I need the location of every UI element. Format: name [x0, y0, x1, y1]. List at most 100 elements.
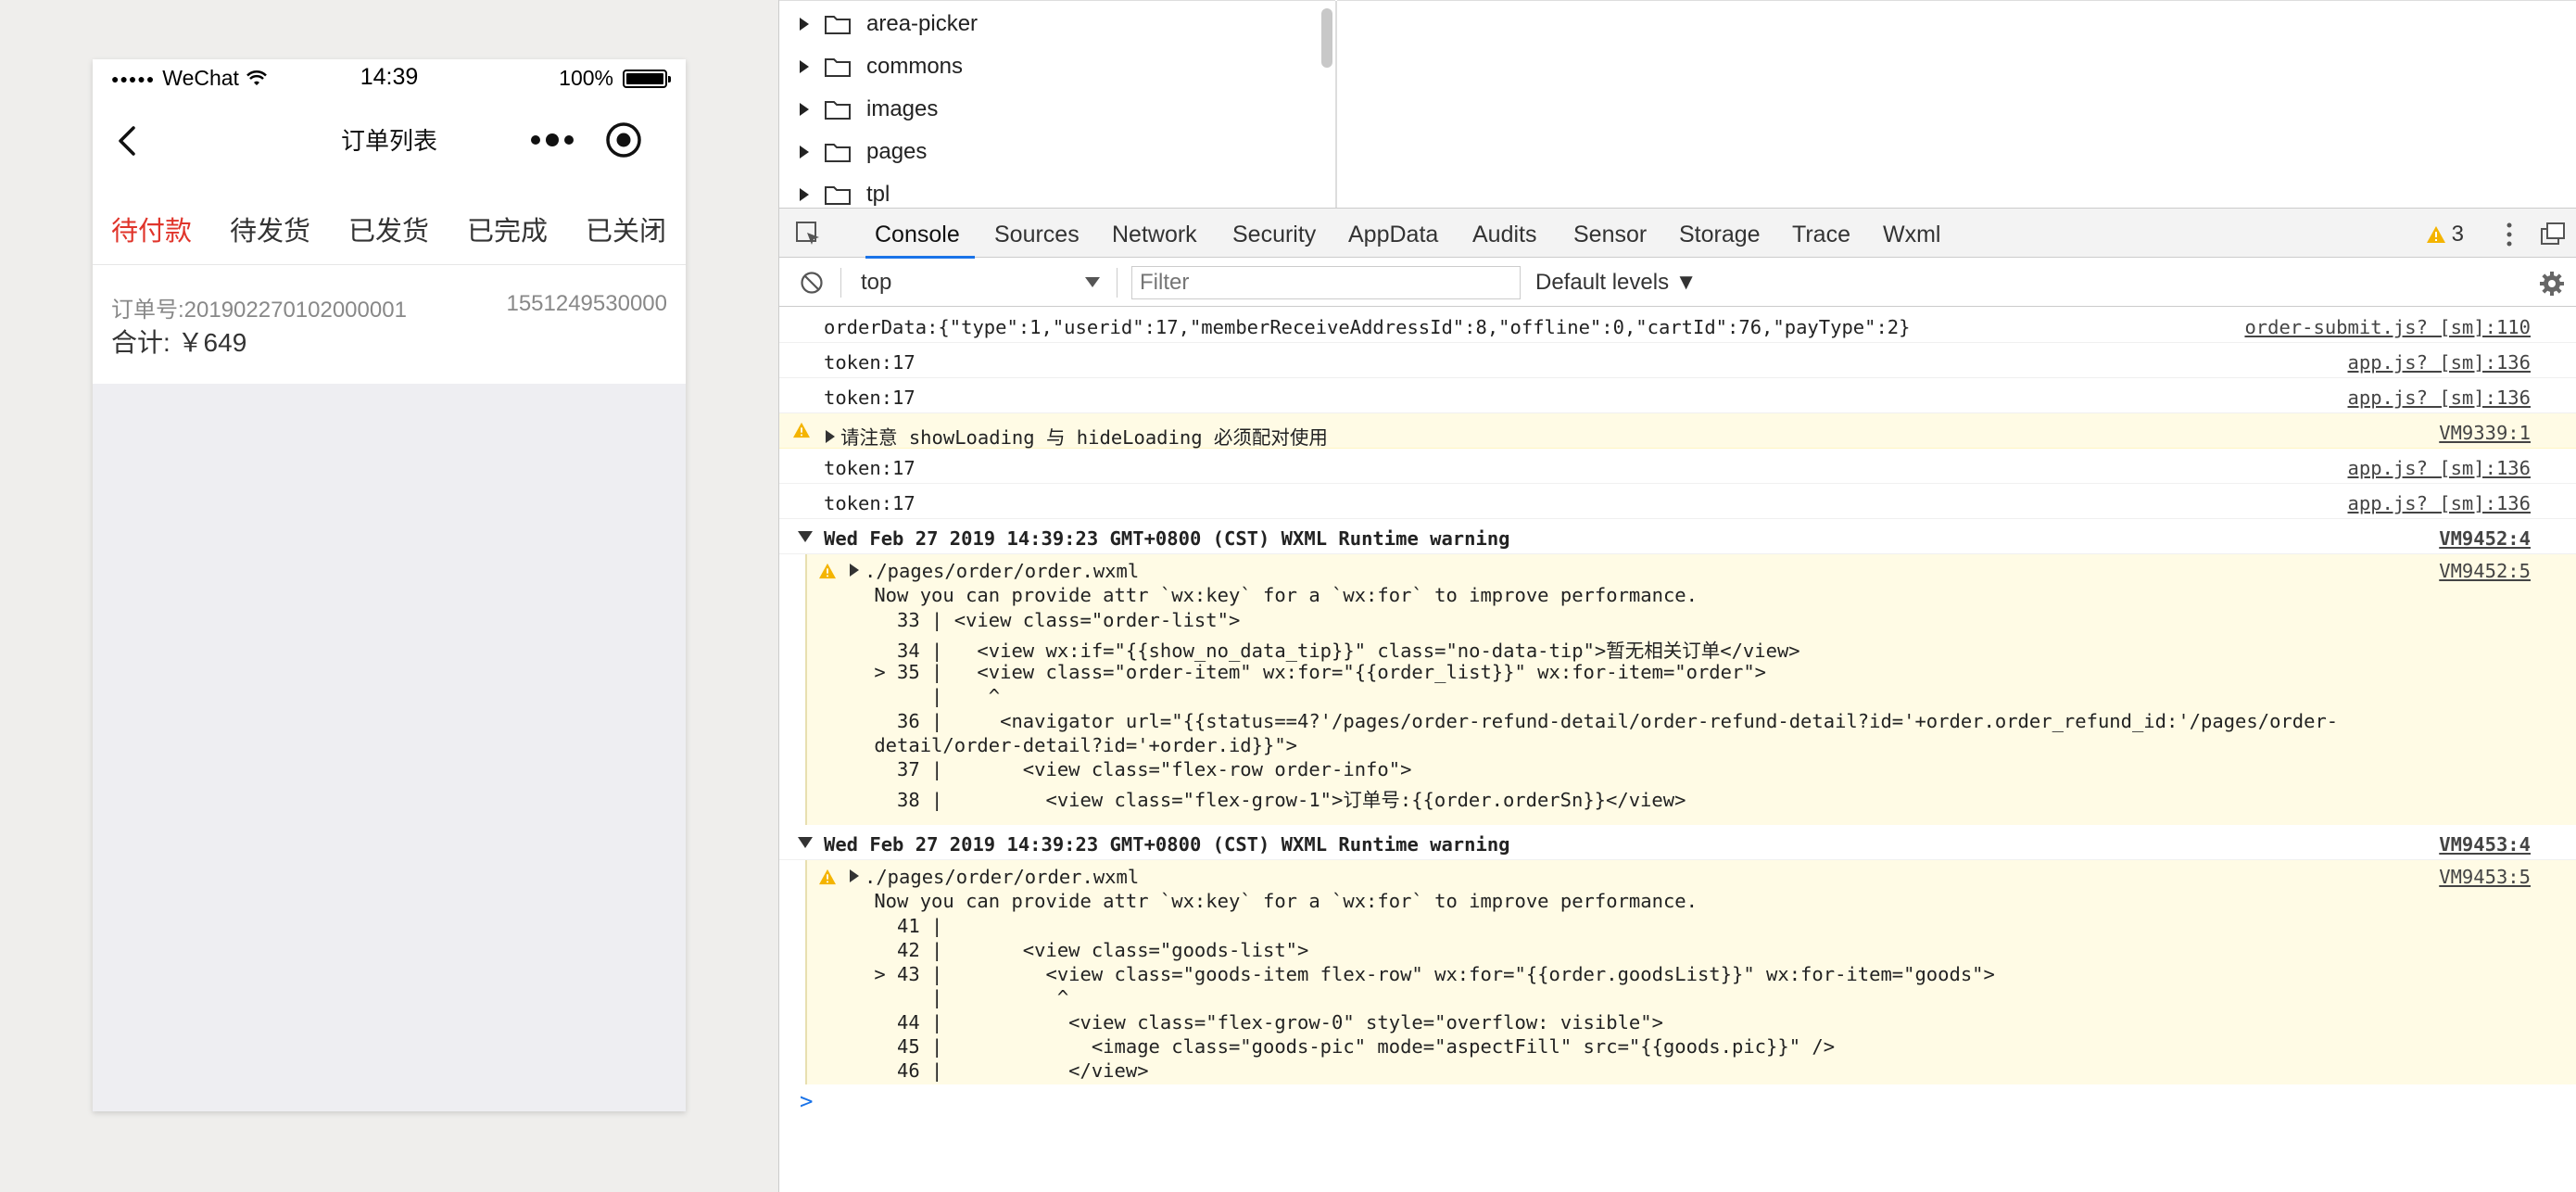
log-source-link[interactable]: VM9452:4: [2439, 527, 2531, 550]
group-title: Wed Feb 27 2019 14:39:23 GMT+0800 (CST) …: [824, 833, 1510, 856]
tab-sensor[interactable]: Sensor: [1573, 222, 1647, 248]
tab-shipped[interactable]: 已发货: [348, 209, 429, 265]
close-capsule-icon[interactable]: [604, 120, 643, 159]
tab-audits[interactable]: Audits: [1472, 222, 1536, 248]
folder-icon: [825, 186, 851, 205]
folder-commons[interactable]: commons: [800, 45, 963, 88]
log-levels-dropdown[interactable]: Default levels ▼: [1535, 270, 1698, 296]
wxml-file-path[interactable]: ./pages/order/order.wxml: [850, 560, 1139, 582]
console-warning-row[interactable]: 请注意 showLoading 与 hideLoading 必须配对使用 VM9…: [779, 413, 2576, 449]
order-number: 订单号:201902270102000001: [111, 298, 407, 323]
expand-arrow-icon[interactable]: [800, 146, 809, 159]
expand-arrow-icon[interactable]: [800, 18, 809, 31]
warning-code-block: ./pages/order/order.wxml VM9452:5 Now yo…: [805, 554, 2576, 825]
tab-security[interactable]: Security: [1232, 222, 1316, 248]
console-filter-bar: top Default levels ▼: [779, 259, 2576, 307]
folder-icon: [825, 101, 851, 120]
log-message: token:17: [824, 457, 915, 479]
tab-completed[interactable]: 已完成: [467, 209, 548, 265]
status-bar: ●●●●● WeChat 14:39 100%: [93, 59, 686, 96]
log-source-link[interactable]: app.js? [sm]:136: [2348, 351, 2531, 374]
folder-label: commons: [866, 54, 964, 79]
code-line: 44 | <view class="flex-grow-0" style="ov…: [863, 1011, 1663, 1033]
separator: [1117, 268, 1118, 298]
warning-count: 3: [2451, 222, 2464, 247]
order-item[interactable]: 订单号:201902270102000001 1551249530000 合计:…: [93, 265, 686, 384]
expand-arrow-icon[interactable]: [800, 103, 809, 116]
tab-network[interactable]: Network: [1112, 222, 1197, 248]
code-line: detail/order-detail?id='+order.id}}">: [863, 734, 1297, 756]
folder-label: images: [866, 96, 939, 121]
tab-sources[interactable]: Sources: [994, 222, 1080, 248]
separator: [840, 268, 841, 298]
code-line: Now you can provide attr `wx:key` for a …: [863, 584, 1698, 606]
expand-arrow-icon[interactable]: [826, 430, 835, 443]
wechat-simulator: ●●●●● WeChat 14:39 100% 订单列表 待付款 待发货 已发货…: [93, 59, 686, 1111]
file-tree-scrollbar[interactable]: [1321, 8, 1332, 68]
group-title: Wed Feb 27 2019 14:39:23 GMT+0800 (CST) …: [824, 527, 1510, 550]
context-selector[interactable]: top: [861, 270, 891, 296]
folder-area-picker[interactable]: area-picker: [800, 3, 978, 45]
page-title: 订单列表: [340, 127, 437, 155]
log-source-link[interactable]: VM9453:5: [2439, 866, 2531, 888]
log-source-link[interactable]: app.js? [sm]:136: [2348, 492, 2531, 514]
expand-arrow-icon[interactable]: [850, 869, 859, 882]
file-path-text: ./pages/order/order.wxml: [865, 866, 1140, 888]
wxml-file-path[interactable]: ./pages/order/order.wxml: [850, 866, 1139, 888]
tab-trace[interactable]: Trace: [1792, 222, 1850, 248]
console-prompt[interactable]: >: [800, 1088, 813, 1114]
console-group-header[interactable]: Wed Feb 27 2019 14:39:23 GMT+0800 (CST) …: [779, 825, 2576, 860]
warning-counter[interactable]: 3: [2426, 222, 2464, 247]
log-source-link[interactable]: VM9453:4: [2439, 833, 2531, 856]
console-log-row: token:17 app.js? [sm]:136: [779, 343, 2576, 378]
devtools-panel: area-picker commons images pages tpl Con…: [778, 0, 2576, 1192]
log-source-link[interactable]: VM9452:5: [2439, 560, 2531, 582]
expand-arrow-icon[interactable]: [800, 188, 809, 201]
status-right: 100%: [559, 66, 671, 91]
collapse-arrow-icon[interactable]: [798, 837, 813, 848]
folder-pages[interactable]: pages: [800, 131, 927, 173]
log-message: token:17: [824, 387, 915, 409]
log-message: 请注意 showLoading 与 hideLoading 必须配对使用: [826, 422, 1328, 450]
tab-storage[interactable]: Storage: [1679, 222, 1761, 248]
expand-arrow-icon[interactable]: [800, 60, 809, 73]
expand-arrow-icon[interactable]: [850, 564, 859, 577]
tab-pending-payment[interactable]: 待付款: [111, 209, 193, 268]
console-log-row: token:17 app.js? [sm]:136: [779, 449, 2576, 484]
log-source-link[interactable]: app.js? [sm]:136: [2348, 457, 2531, 479]
folder-images[interactable]: images: [800, 88, 938, 131]
tab-pending-shipment[interactable]: 待发货: [230, 209, 310, 265]
settings-gear-icon[interactable]: [2538, 270, 2566, 298]
log-source-link[interactable]: app.js? [sm]:136: [2348, 387, 2531, 409]
code-line: 46 | </view>: [863, 1059, 1149, 1082]
dropdown-arrow-icon[interactable]: [1085, 277, 1100, 287]
order-total: 合计: ￥649: [111, 328, 247, 357]
console-output: orderData:{"type":1,"userid":17,"memberR…: [779, 308, 2576, 1192]
code-line: 36 | <navigator url="{{status==4?'/pages…: [863, 710, 2339, 732]
tab-console[interactable]: Console: [875, 222, 960, 248]
console-log-row: orderData:{"type":1,"userid":17,"memberR…: [779, 308, 2576, 343]
battery-percent: 100%: [559, 66, 613, 90]
inspect-element-icon[interactable]: [794, 220, 822, 247]
tab-appdata[interactable]: AppData: [1348, 222, 1438, 248]
folder-label: area-picker: [866, 11, 979, 36]
kebab-menu-icon[interactable]: [2505, 222, 2514, 247]
code-line: 33 | <view class="order-list">: [863, 609, 1241, 631]
warning-text: 请注意 showLoading 与 hideLoading 必须配对使用: [840, 426, 1328, 449]
log-message: orderData:{"type":1,"userid":17,"memberR…: [824, 316, 1911, 338]
code-line: Now you can provide attr `wx:key` for a …: [863, 890, 1698, 912]
clear-console-icon[interactable]: [800, 271, 824, 295]
collapse-arrow-icon[interactable]: [798, 531, 813, 542]
filter-input[interactable]: [1131, 266, 1521, 299]
more-dots-icon[interactable]: [524, 124, 580, 156]
log-source-link[interactable]: VM9339:1: [2439, 422, 2531, 444]
tab-closed[interactable]: 已关闭: [586, 209, 666, 265]
undock-icon[interactable]: [2540, 222, 2566, 246]
tab-wxml[interactable]: Wxml: [1883, 222, 1940, 248]
code-line: > 43 | <view class="goods-item flex-row"…: [863, 963, 1995, 985]
console-group-header[interactable]: Wed Feb 27 2019 14:39:23 GMT+0800 (CST) …: [779, 519, 2576, 554]
log-source-link[interactable]: order-submit.js? [sm]:110: [2244, 316, 2531, 338]
code-line: 45 | <image class="goods-pic" mode="aspe…: [863, 1035, 1836, 1058]
code-line: 34 | <view wx:if="{{show_no_data_tip}}" …: [863, 640, 1800, 662]
code-line: 42 | <view class="goods-list">: [863, 939, 1309, 961]
